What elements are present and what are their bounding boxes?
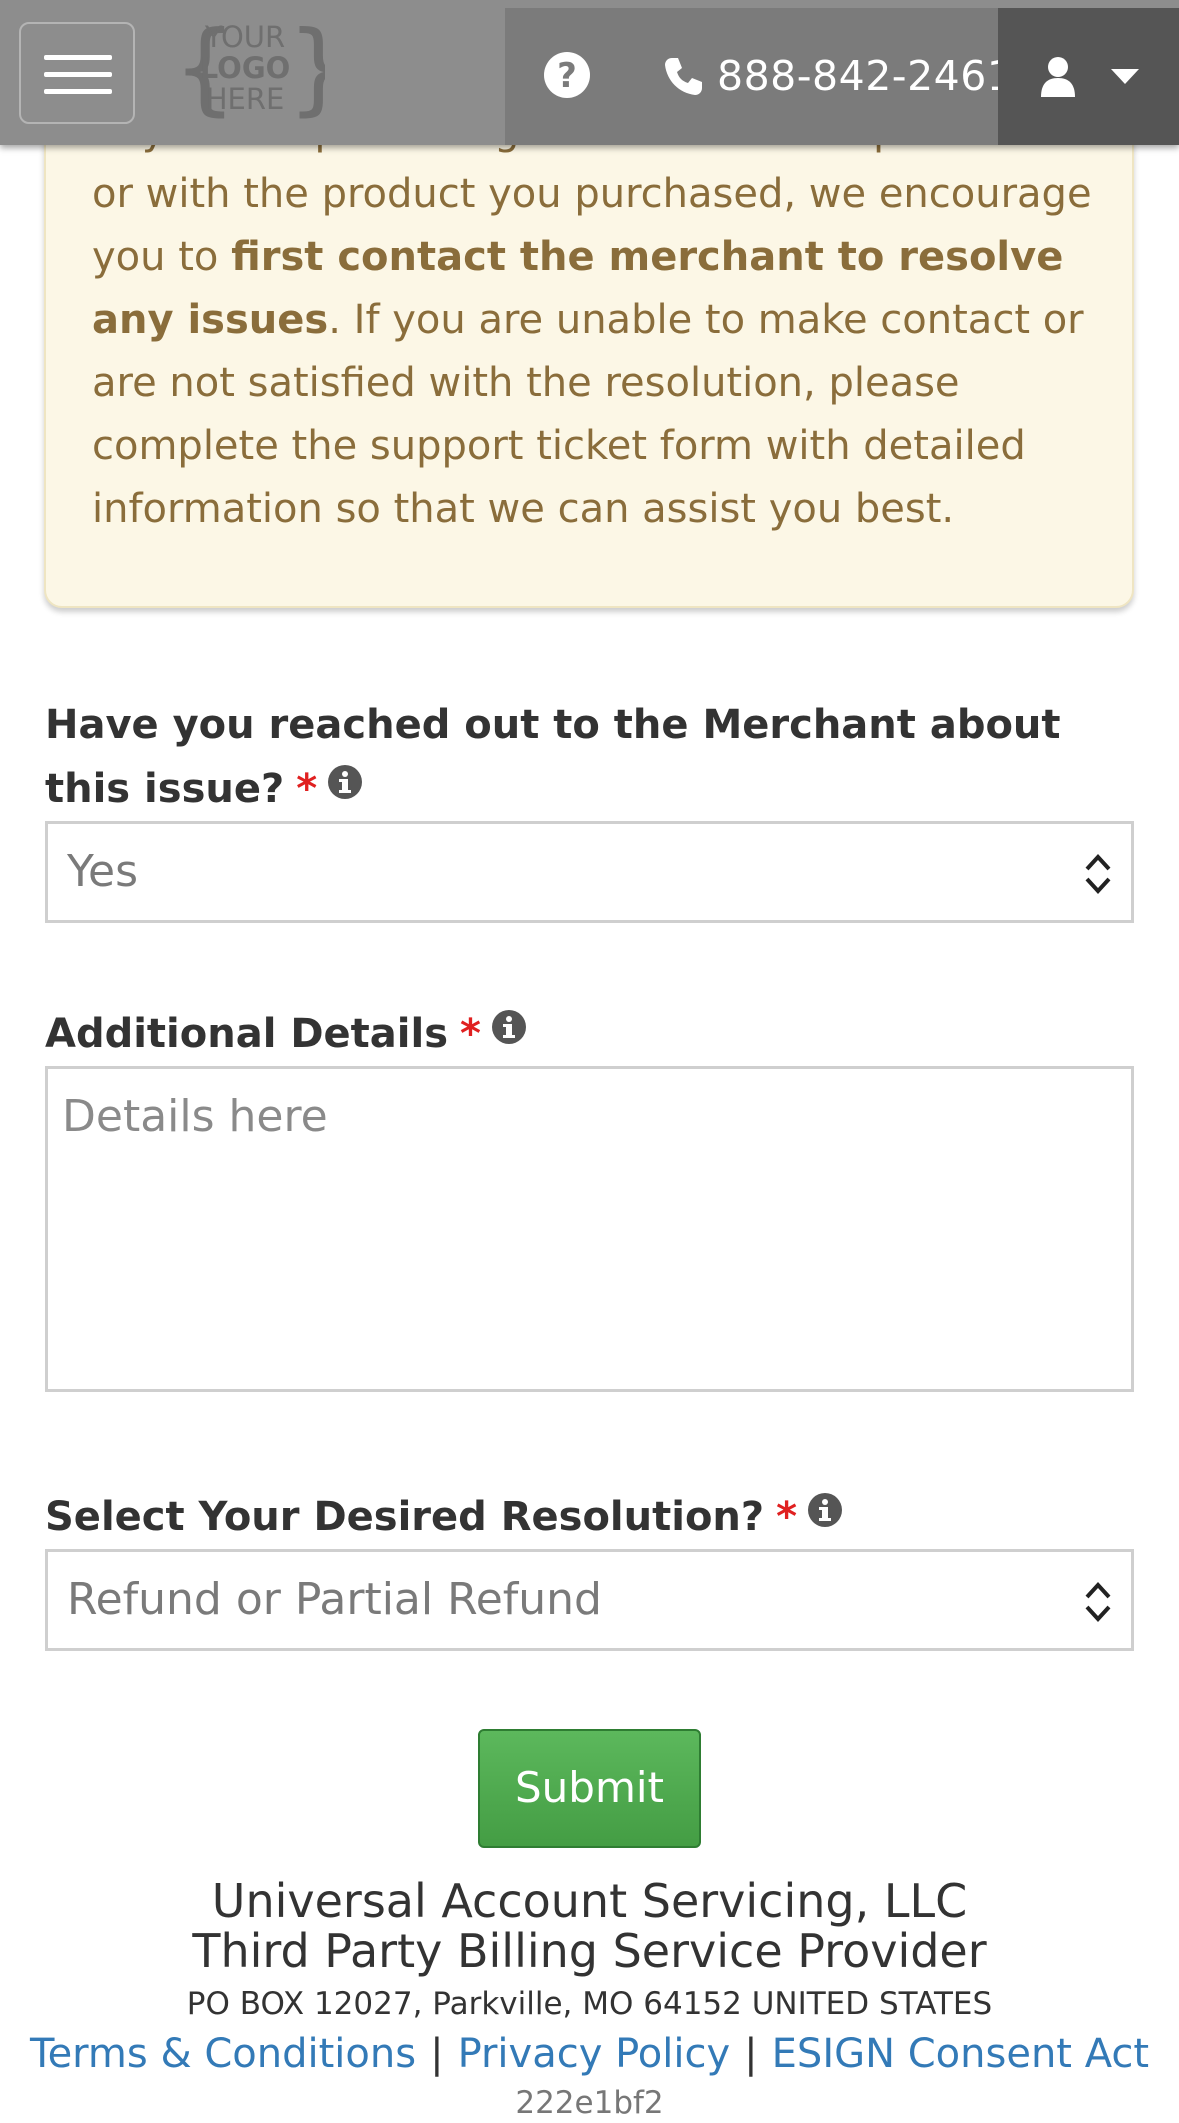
logo-line3: HERE: [206, 82, 285, 116]
footer-separator: |: [744, 2031, 758, 2077]
required-marker: *: [460, 1011, 481, 1057]
resolution-label: Select Your Desired Resolution? *: [45, 1485, 1145, 1551]
footer-links: Terms & Conditions | Privacy Policy | ESIGN …: [0, 2031, 1179, 2077]
phone-link[interactable]: 888-842-2461: [663, 50, 1013, 102]
top-navbar: { } YOUR LOGO HERE ? 888-842-2461: [0, 0, 1179, 145]
info-circle-icon[interactable]: [491, 1000, 527, 1064]
select-up-down-icon: [1085, 1582, 1111, 1622]
merchant-contact-alert: any issues pertaining to the service or …: [44, 80, 1134, 608]
user-icon: [1040, 56, 1075, 97]
resolution-label-text: Select Your Desired Resolution?: [45, 1494, 765, 1540]
additional-details-label: Additional Details *: [45, 1002, 1145, 1068]
svg-text:?: ?: [557, 56, 577, 96]
select-up-down-icon: [1085, 854, 1111, 894]
merchant-contact-selected-value: Yes: [67, 846, 139, 897]
esign-consent-link[interactable]: ESIGN Consent Act: [772, 2031, 1149, 2077]
user-menu-button[interactable]: [998, 8, 1179, 145]
hamburger-menu-icon[interactable]: [19, 22, 135, 124]
phone-icon: [665, 58, 702, 95]
additional-details-textarea[interactable]: Details here: [45, 1066, 1134, 1392]
footer-company-role: Third Party Billing Service Provider: [192, 1924, 987, 1978]
merchant-contact-label-text: Have you reached out to the Merchant abo…: [45, 702, 1061, 812]
phone-number: 888-842-2461: [717, 52, 1014, 100]
resolution-selected-value: Refund or Partial Refund: [67, 1574, 602, 1625]
footer-build-code: 222e1bf2: [515, 2085, 664, 2121]
svg-text:}: }: [287, 14, 325, 126]
info-circle-icon[interactable]: [807, 1483, 843, 1547]
logo-line1: YOUR: [204, 20, 285, 54]
logo[interactable]: { } YOUR LOGO HERE: [165, 9, 351, 126]
additional-details-placeholder: Details here: [62, 1091, 328, 1142]
caret-down-icon: [1110, 68, 1139, 84]
required-marker: *: [296, 766, 318, 812]
additional-details-label-text: Additional Details: [45, 1011, 449, 1057]
terms-link[interactable]: Terms & Conditions: [30, 2031, 416, 2077]
question-circle-icon[interactable]: ?: [543, 51, 591, 99]
footer-company-name: Universal Account Servicing, LLC: [211, 1874, 968, 1928]
footer-address: PO BOX 12027, Parkville, MO 64152 UNITED…: [186, 1986, 993, 2022]
merchant-contact-label: Have you reached out to the Merchant abo…: [45, 693, 1145, 823]
merchant-contact-select[interactable]: Yes: [45, 821, 1134, 923]
submit-button[interactable]: Submit: [478, 1729, 701, 1848]
info-circle-icon[interactable]: [327, 755, 363, 819]
resolution-select[interactable]: Refund or Partial Refund: [45, 1549, 1134, 1651]
privacy-policy-link[interactable]: Privacy Policy: [458, 2031, 731, 2077]
footer-separator: |: [430, 2031, 444, 2077]
logo-line2: LOGO: [200, 51, 291, 85]
alert-text: or with the product you purchased, we en…: [92, 163, 1104, 541]
nav-right-group: ? 888-842-2461: [505, 8, 1179, 145]
required-marker: *: [776, 1494, 798, 1540]
